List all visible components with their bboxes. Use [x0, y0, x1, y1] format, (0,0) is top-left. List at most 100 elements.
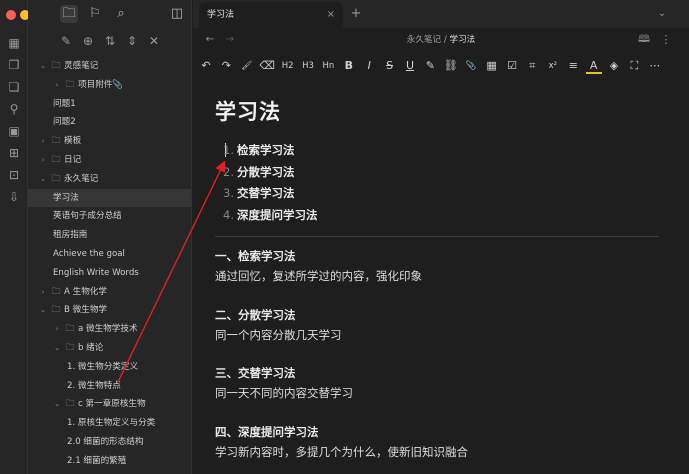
hn-icon[interactable]: Hn: [320, 58, 336, 74]
tree-folder[interactable]: › 🗀 A 生物化学: [28, 283, 191, 302]
close-window-button[interactable]: [6, 10, 16, 20]
reading-view-icon[interactable]: 🕮: [637, 32, 651, 48]
new-folder-icon[interactable]: ⊕: [80, 33, 96, 49]
tree-folder[interactable]: › 🗀 项目附件📎: [28, 76, 191, 95]
section-heading: 二、分散学习法: [215, 307, 296, 322]
undo-icon[interactable]: ↶: [198, 58, 214, 74]
tree-file[interactable]: 问题1: [28, 95, 191, 114]
more-icon[interactable]: ⋯: [647, 58, 663, 74]
graph-icon[interactable]: ⚲: [6, 101, 22, 117]
align-icon[interactable]: ≡: [565, 58, 581, 74]
tree-folder[interactable]: ⌄ 🗀 灵感笔记: [28, 57, 191, 76]
tree-file[interactable]: English Write Words: [28, 264, 191, 283]
section-body: 学习新内容时，多提几个为什么，使新旧知识融合: [215, 444, 468, 459]
pages-icon[interactable]: ❏: [6, 79, 22, 95]
tree-folder[interactable]: › 🗀 日记: [28, 151, 191, 170]
sidebar-toggle-icon[interactable]: ◫: [168, 5, 186, 23]
calendar-icon[interactable]: ▦: [6, 35, 22, 51]
tree-file[interactable]: 问题2: [28, 113, 191, 132]
tree-file[interactable]: 学习法: [28, 188, 191, 208]
table-icon[interactable]: ▦: [484, 58, 500, 74]
tree-file[interactable]: 2.0 细菌的形态结构: [28, 433, 191, 452]
tree-folder[interactable]: › 🗀 a 微生物学技术: [28, 320, 191, 339]
list-number: 3.: [223, 186, 234, 200]
search-icon[interactable]: ⌕: [112, 5, 130, 23]
list-item[interactable]: 3. 交替学习法: [223, 183, 295, 203]
bold-icon[interactable]: B: [341, 58, 357, 74]
tree-file[interactable]: Achieve the goal: [28, 245, 191, 264]
chevron-down-icon[interactable]: ⌄: [52, 395, 62, 414]
chevron-right-icon[interactable]: ›: [38, 132, 48, 151]
list-item[interactable]: 2. 分散学习法: [223, 162, 295, 182]
list-item[interactable]: 4. 深度提问学习法: [223, 205, 318, 225]
tree-folder[interactable]: › 🗀 模板: [28, 132, 191, 151]
chevron-down-icon[interactable]: ⌄: [38, 170, 48, 189]
tree-file[interactable]: 租房指南: [28, 226, 191, 245]
tab-label: 学习法: [207, 10, 235, 20]
chevron-right-icon[interactable]: ›: [38, 283, 48, 302]
strikethrough-icon[interactable]: S: [382, 58, 398, 74]
tree-folder[interactable]: ⌄ 🗀 B 微生物学: [28, 301, 191, 320]
tree-item-label: A 生物化学: [64, 286, 107, 297]
tree-item-label: a 微生物学技术: [78, 324, 138, 335]
tree-item-label: English Write Words: [53, 267, 139, 278]
tree-file[interactable]: 1. 微生物分类定义: [28, 358, 191, 377]
nav-bar: ← → 永久笔记 / 学习法 🕮 ⋮: [193, 28, 689, 52]
new-note-icon[interactable]: ✎: [58, 33, 74, 49]
brush-icon[interactable]: 🖌: [239, 58, 255, 74]
code-icon[interactable]: ⌗: [524, 58, 540, 74]
bookmark-icon[interactable]: ⚐: [86, 5, 104, 23]
chevron-down-icon[interactable]: ⌄: [38, 57, 48, 76]
fill-color-icon[interactable]: ◈: [606, 58, 622, 74]
list-item[interactable]: 1. 检索学习法: [223, 140, 295, 160]
breadcrumb-folder[interactable]: 永久笔记: [407, 35, 441, 45]
highlight-pen-icon[interactable]: ✎: [422, 58, 438, 74]
more-options-icon[interactable]: ⋮: [659, 32, 673, 48]
import-icon[interactable]: ⇩: [6, 189, 22, 205]
breadcrumb: 永久笔记 / 学习法: [193, 28, 689, 52]
chevron-right-icon[interactable]: ›: [38, 151, 48, 170]
eraser-icon[interactable]: ⌫: [259, 58, 275, 74]
tab-close-icon[interactable]: ×: [327, 2, 335, 28]
chevron-down-icon[interactable]: ⌄: [38, 301, 48, 320]
tree-file[interactable]: 英语句子成分总结: [28, 207, 191, 226]
superscript-icon[interactable]: x²: [545, 58, 561, 74]
chevron-down-icon[interactable]: ⌄: [655, 6, 669, 22]
tree-file[interactable]: 2.2 细菌的群落: [28, 471, 191, 474]
new-tab-button[interactable]: +: [349, 5, 363, 23]
breadcrumb-current[interactable]: 学习法: [449, 35, 475, 45]
text-color-icon[interactable]: A: [585, 58, 602, 74]
sort-icon[interactable]: ⇅: [102, 33, 118, 49]
tree-folder[interactable]: ⌄ 🗀 永久笔记: [28, 170, 191, 189]
checkbox-icon[interactable]: ☑: [504, 58, 520, 74]
tree-item-label: 2.1 细菌的繁殖: [67, 455, 127, 466]
underline-icon[interactable]: U: [402, 58, 418, 74]
list-text: 分散学习法: [237, 164, 295, 179]
chevron-right-icon[interactable]: ›: [52, 320, 62, 339]
tab-active[interactable]: 学习法 ×: [199, 2, 343, 28]
folder-icon[interactable]: 🗀: [60, 5, 78, 23]
link-icon[interactable]: ⛓: [443, 58, 459, 74]
terminal-icon[interactable]: ⊡: [6, 167, 22, 183]
chevron-down-icon[interactable]: ⌄: [52, 339, 62, 358]
h3-icon[interactable]: H3: [300, 58, 316, 74]
tree-file[interactable]: 1. 原核生物定义与分类: [28, 414, 191, 433]
tree-file[interactable]: 2.1 细菌的繁殖: [28, 452, 191, 471]
tree-file[interactable]: 2. 微生物特点: [28, 377, 191, 396]
collapse-icon[interactable]: ⇕: [124, 33, 140, 49]
table-icon[interactable]: ⊞: [6, 145, 22, 161]
h2-icon[interactable]: H2: [280, 58, 296, 74]
list-number: 1.: [223, 143, 234, 157]
close-icon[interactable]: ✕: [146, 33, 162, 49]
italic-icon[interactable]: I: [361, 58, 377, 74]
redo-icon[interactable]: ↷: [218, 58, 234, 74]
fullscreen-icon[interactable]: ⛶: [626, 58, 642, 74]
tree-folder[interactable]: ⌄ 🗀 c 第一章原核生物: [28, 395, 191, 414]
editing-toolbar: ↶ ↷ 🖌 ⌫ H2 H3 Hn B I S U ✎ ⛓ 📎 ▦ ☑ ⌗ x² ≡ A ◈ ⛶ ⋯: [193, 55, 689, 77]
attach-icon[interactable]: 📎: [463, 58, 479, 74]
image-icon[interactable]: ▣: [6, 123, 22, 139]
chevron-right-icon[interactable]: ›: [52, 76, 62, 95]
divider: [215, 236, 659, 237]
file-copy-icon[interactable]: ❐: [6, 57, 22, 73]
tree-folder[interactable]: ⌄ 🗀 b 绪论: [28, 339, 191, 358]
